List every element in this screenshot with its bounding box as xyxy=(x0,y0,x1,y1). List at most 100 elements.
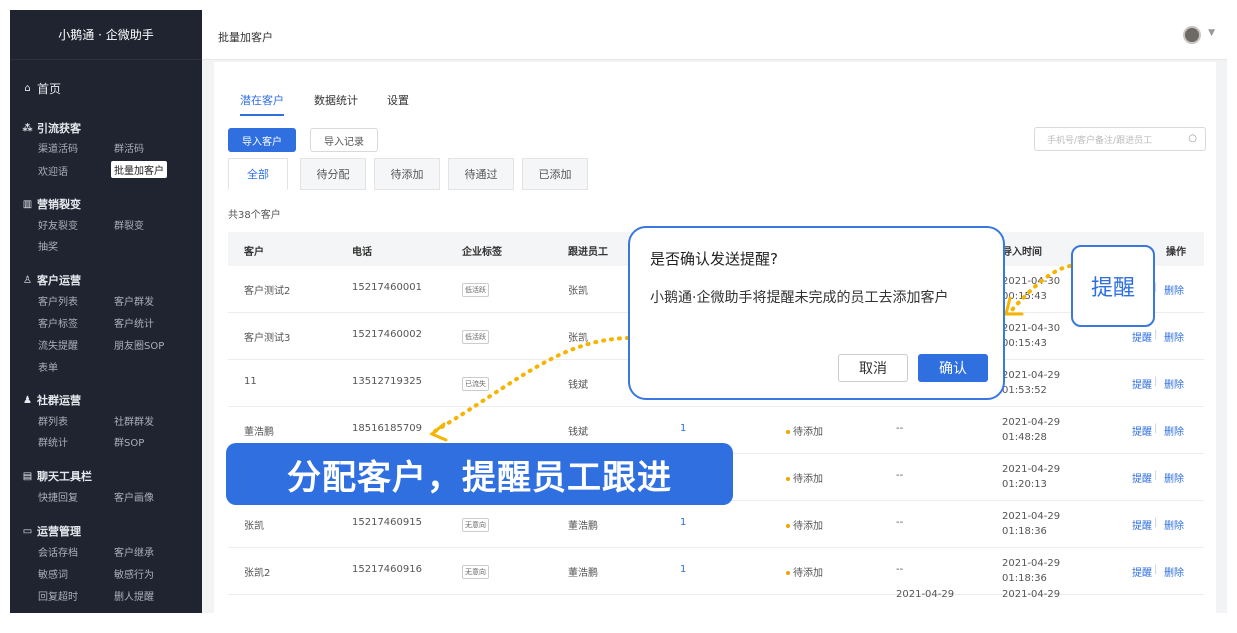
sidebar-item-group-sop[interactable]: 群SOP xyxy=(114,434,144,449)
cell-count[interactable]: 1 xyxy=(680,517,686,528)
import-date: 2021-04-29 xyxy=(1002,417,1061,428)
filter-unassigned[interactable]: 待分配 xyxy=(300,158,366,190)
sidebar-item-customer-inherit[interactable]: 客户继承 xyxy=(114,544,154,559)
sidebar-section-customer-ops[interactable]: ♙ 客户运营 xyxy=(22,272,81,288)
cell-phone: 13512719325 xyxy=(352,376,422,387)
cell-count[interactable]: 1 xyxy=(680,423,686,434)
sidebar-item-sensitive-behavior[interactable]: 敏感行为 xyxy=(114,566,154,581)
sidebar-section-acquisition[interactable]: ⁂ 引流获客 xyxy=(22,120,81,136)
delete-link[interactable]: 删除 xyxy=(1164,329,1184,344)
dialog-content: 小鹅通·企微助手将提醒未完成的员工去添加客户 xyxy=(650,290,949,306)
total-count: 共38个客户 xyxy=(228,210,281,221)
cell-count[interactable]: 1 xyxy=(680,564,686,575)
sidebar-item-form[interactable]: 表单 xyxy=(38,359,58,374)
cell-extra: -- xyxy=(896,470,904,481)
sidebar-item-customer-profile[interactable]: 客户画像 xyxy=(114,489,154,504)
delete-link[interactable]: 删除 xyxy=(1164,564,1184,579)
cell-date: 2021-04-29 xyxy=(1002,589,1061,600)
sidebar-item-friend-fission[interactable]: 好友裂变 xyxy=(38,217,78,232)
delete-link[interactable]: 删除 xyxy=(1164,376,1184,391)
import-clock: 01:48:28 xyxy=(1002,432,1047,443)
import-clock: 00:15:43 xyxy=(1002,291,1047,302)
filter-pending[interactable]: 待通过 xyxy=(448,158,514,190)
sidebar-item-delete-alert[interactable]: 删人提醒 xyxy=(114,588,154,603)
page-title: 批量加客户 xyxy=(218,31,273,44)
sidebar-item-lottery[interactable]: 抽奖 xyxy=(38,238,58,253)
sidebar-item-customer-tags[interactable]: 客户标签 xyxy=(38,315,78,330)
filter-added[interactable]: 已添加 xyxy=(522,158,588,190)
delete-link[interactable]: 删除 xyxy=(1164,282,1184,297)
sidebar-item-group-fission[interactable]: 群裂变 xyxy=(114,217,144,232)
tab-data-stats[interactable]: 数据统计 xyxy=(314,92,358,108)
remind-link[interactable]: 提醒 xyxy=(1132,517,1152,532)
cell-tag: 已流失 xyxy=(462,377,489,391)
avatar[interactable] xyxy=(1183,26,1201,44)
cell-tag: 无意向 xyxy=(462,518,489,532)
remind-link[interactable]: 提醒 xyxy=(1132,329,1152,344)
cell-tag: 低活跃 xyxy=(462,283,489,297)
sidebar-item-batch-add[interactable]: 批量加客户 xyxy=(111,161,167,178)
sidebar-item-welcome[interactable]: 欢迎语 xyxy=(38,163,68,178)
cell-staff: 董浩鹏 xyxy=(568,568,598,579)
delete-link[interactable]: 删除 xyxy=(1164,517,1184,532)
sidebar-item-customer-stats[interactable]: 客户统计 xyxy=(114,315,154,330)
import-history-button[interactable]: 导入记录 xyxy=(310,128,378,152)
sidebar-item-session-archive[interactable]: 会话存档 xyxy=(38,544,78,559)
filter-all[interactable]: 全部 xyxy=(228,158,288,190)
remind-link[interactable]: 提醒 xyxy=(1132,470,1152,485)
tab-settings[interactable]: 设置 xyxy=(387,92,409,108)
sidebar-item-churn-alert[interactable]: 流失提醒 xyxy=(38,337,78,352)
remind-link[interactable]: 提醒 xyxy=(1132,376,1152,391)
chevron-down-icon[interactable]: ▼ xyxy=(1208,28,1215,38)
sidebar-item-quick-reply[interactable]: 快捷回复 xyxy=(38,489,78,504)
sidebar-item-customer-list[interactable]: 客户列表 xyxy=(38,293,78,308)
cell-extra: 2021-04-29 xyxy=(896,589,955,600)
confirm-button[interactable]: 确认 xyxy=(918,354,988,382)
delete-link[interactable]: 删除 xyxy=(1164,470,1184,485)
col-phone: 电话 xyxy=(352,247,372,258)
sidebar-section-fission[interactable]: ▥ 营销裂变 xyxy=(22,196,81,212)
cell-import-time: 2021-04-30 00:15:43 xyxy=(1002,321,1060,351)
table-row: 2021-04-29 2021-04-29 xyxy=(228,589,1204,633)
delete-link[interactable]: 删除 xyxy=(1164,423,1184,438)
cell-customer: 张凯 xyxy=(244,521,264,532)
cell-staff: 张凯 xyxy=(568,286,588,297)
sidebar-section-chat-tools[interactable]: ▤ 聊天工具栏 xyxy=(22,468,92,484)
action-divider: | xyxy=(1154,423,1158,434)
action-divider: | xyxy=(1154,564,1158,575)
status-label: 待添加 xyxy=(793,568,823,579)
import-date: 2021-04-30 xyxy=(1002,323,1061,334)
sidebar-item-reply-timeout[interactable]: 回复超时 xyxy=(38,588,78,603)
sidebar-item-group-list[interactable]: 群列表 xyxy=(38,413,68,428)
top-bar: 批量加客户 ▼ xyxy=(202,10,1227,60)
sidebar-item-group-stats[interactable]: 群统计 xyxy=(38,434,68,449)
import-clock: 01:18:36 xyxy=(1002,573,1047,584)
action-divider: | xyxy=(1154,376,1158,387)
sidebar-item-customer-broadcast[interactable]: 客户群发 xyxy=(114,293,154,308)
table-row: 张凯2 15217460916 无意向 董浩鹏 1 待添加 -- 2021-04-29 01:1… xyxy=(228,548,1204,595)
remind-link[interactable]: 提醒 xyxy=(1132,564,1152,579)
sidebar-item-channel-code[interactable]: 渠道活码 xyxy=(38,140,78,155)
search-input[interactable]: 手机号/客户备注/跟进员工 ○ xyxy=(1034,127,1206,151)
import-customers-button[interactable]: 导入客户 xyxy=(228,128,296,152)
import-clock: 01:20:13 xyxy=(1002,479,1047,490)
tab-potential-customers[interactable]: 潜在客户 xyxy=(240,92,284,116)
status-label: 待添加 xyxy=(793,474,823,485)
remind-link[interactable]: 提醒 xyxy=(1132,423,1152,438)
col-action: 操作 xyxy=(1166,247,1186,258)
section-title: 客户运营 xyxy=(37,274,81,287)
cancel-button[interactable]: 取消 xyxy=(838,354,908,382)
sidebar-section-ops-management[interactable]: ▭ 运营管理 xyxy=(22,523,81,539)
sidebar-item-moments-sop[interactable]: 朋友圈SOP xyxy=(114,337,164,352)
col-customer: 客户 xyxy=(244,247,264,258)
sidebar-item-home[interactable]: ⌂ 首页 xyxy=(22,80,61,97)
sidebar-item-group-code[interactable]: 群活码 xyxy=(114,140,144,155)
filter-to-add[interactable]: 待添加 xyxy=(374,158,440,190)
sidebar: 小鹅通 · 企微助手 ⌂ 首页 ⁂ 引流获客 渠道活码 群活码 欢迎语 批量加客户 … xyxy=(10,10,202,613)
action-divider: | xyxy=(1154,329,1158,340)
sidebar-item-sensitive-words[interactable]: 敏感词 xyxy=(38,566,68,581)
sidebar-section-community[interactable]: ♟ 社群运营 xyxy=(22,392,81,408)
group-icon: ♟ xyxy=(23,394,32,406)
sidebar-item-group-broadcast[interactable]: 社群群发 xyxy=(114,413,154,428)
network-icon: ⁂ xyxy=(22,122,33,134)
